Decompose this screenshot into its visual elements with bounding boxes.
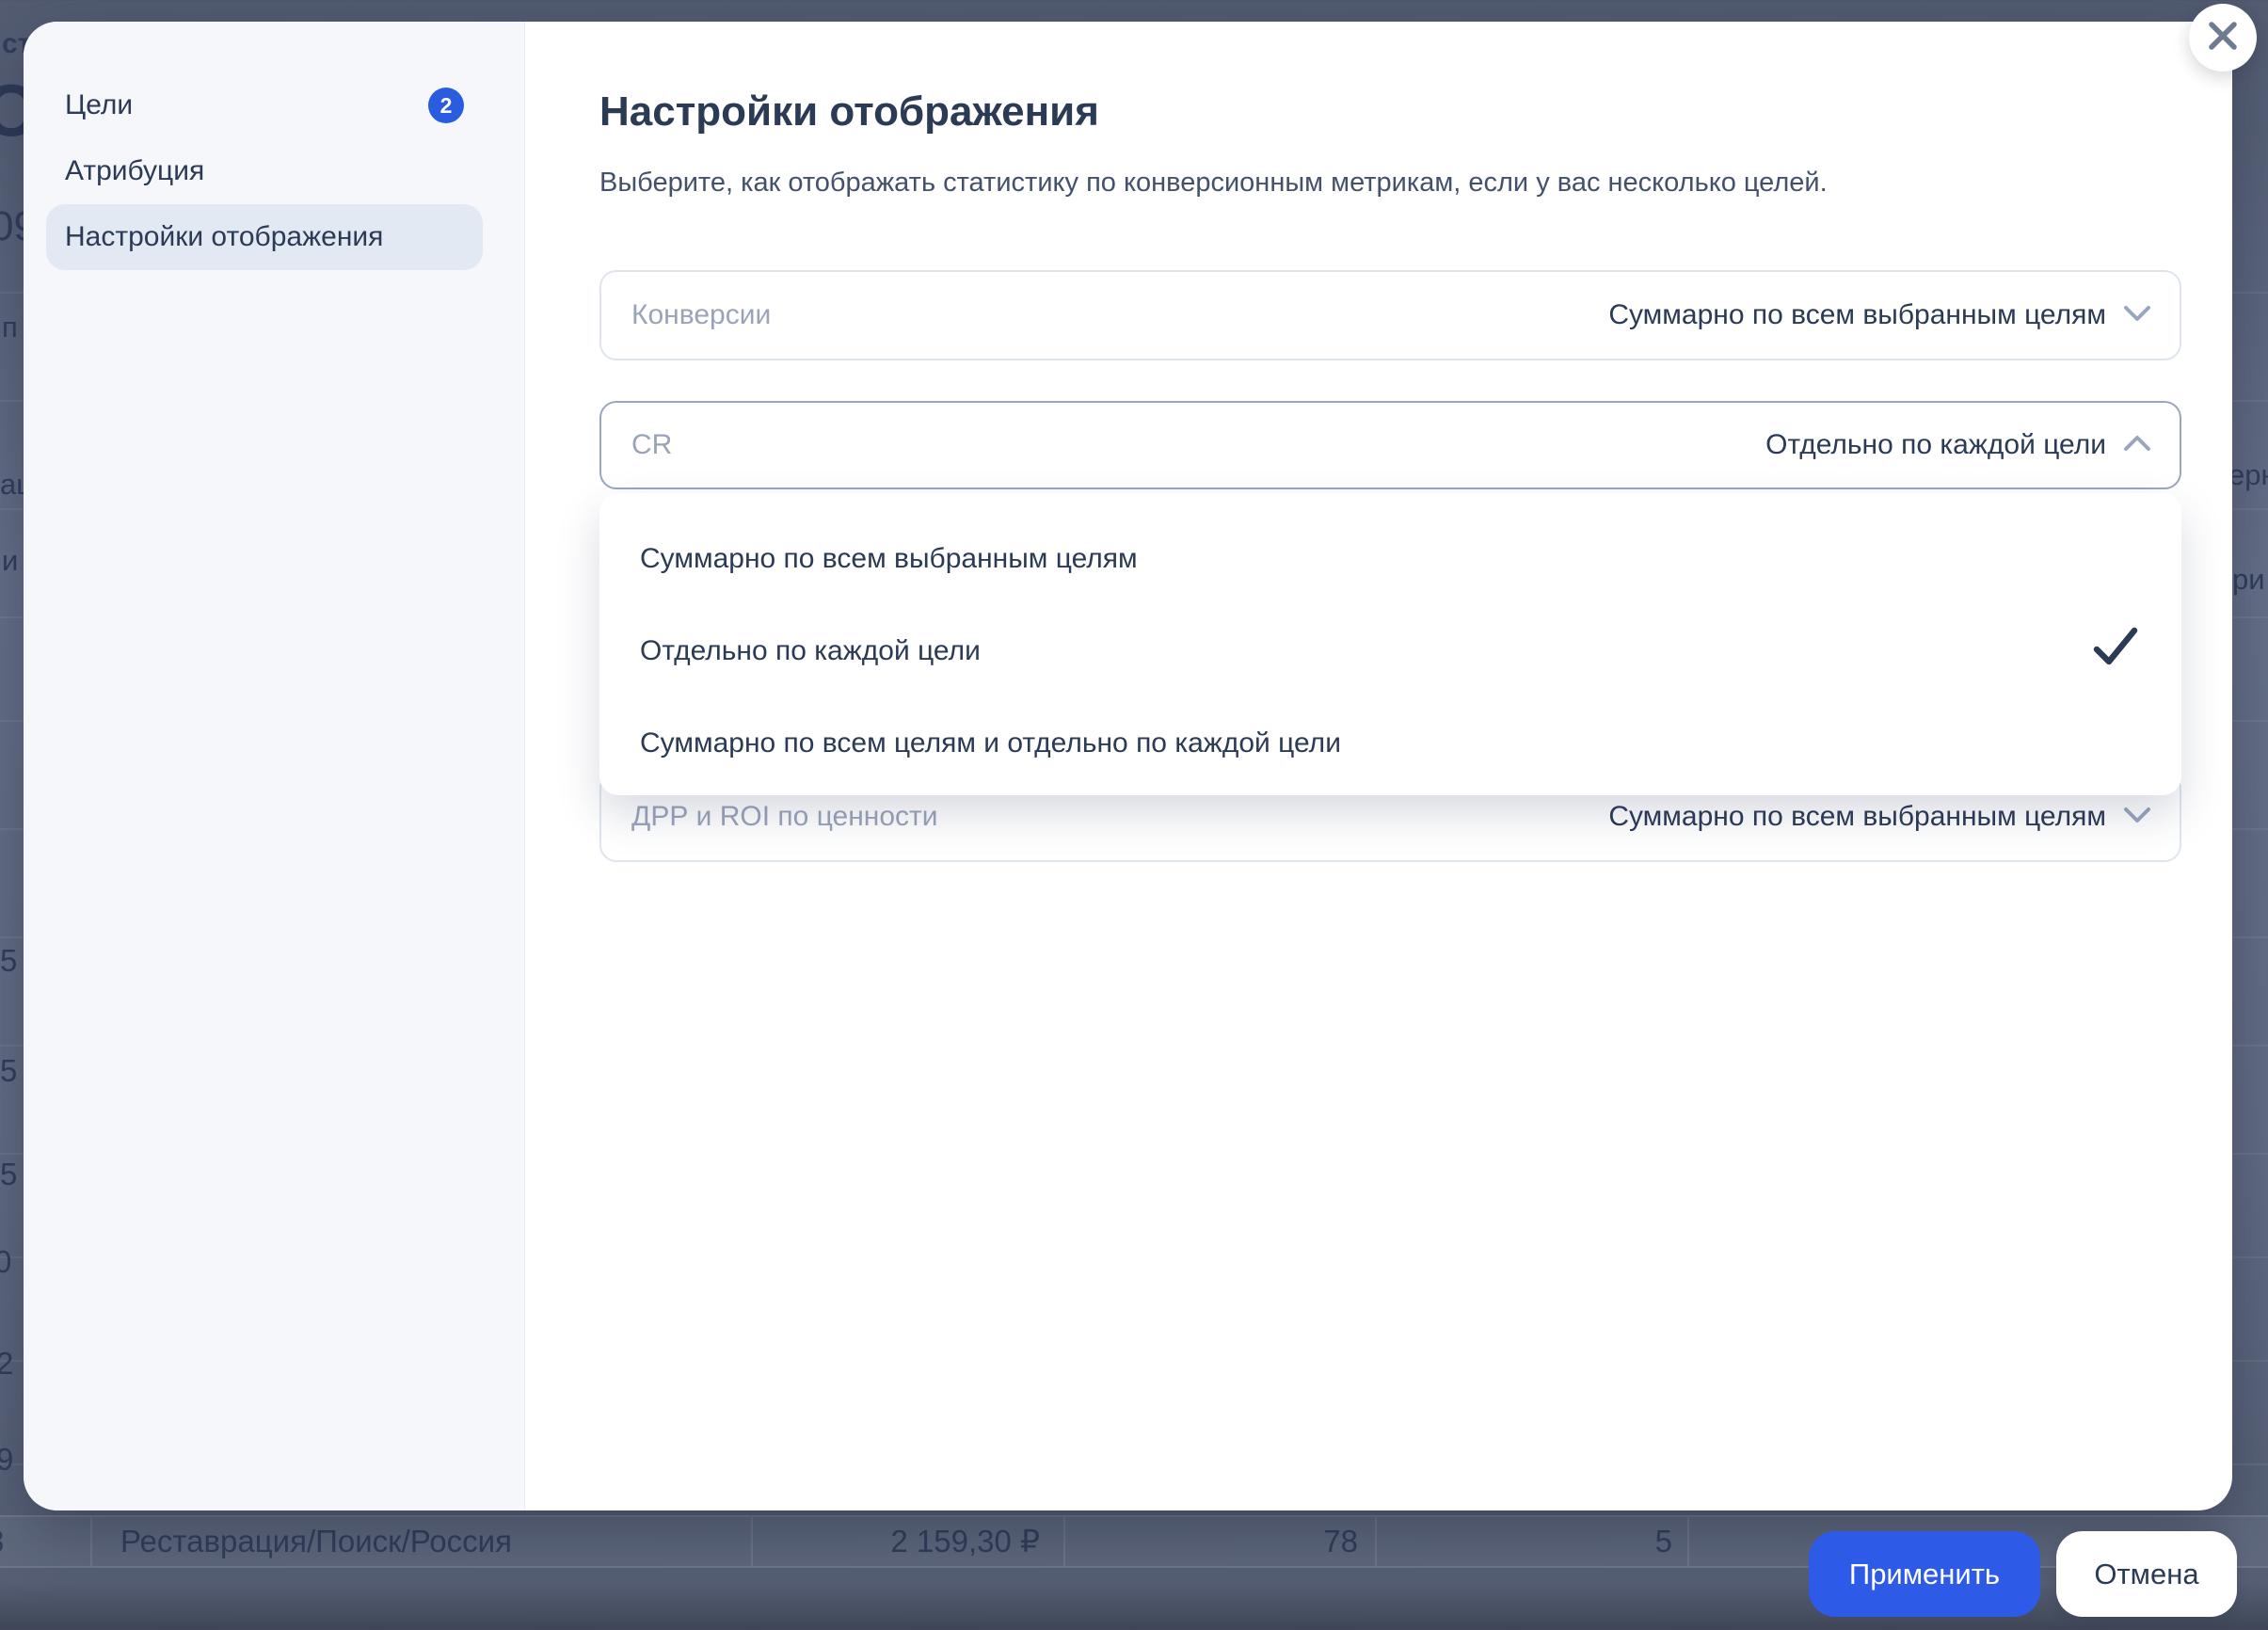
sidebar-item-label: Настройки отображения: [65, 221, 384, 252]
option-label: Суммарно по всем выбранным целям: [640, 543, 1138, 574]
page-subtitle: Выберите, как отображать статистику по к…: [599, 168, 1828, 198]
option-sum-and-each[interactable]: Суммарно по всем целям и отдельно по каж…: [599, 697, 2181, 790]
option-label: Отдельно по каждой цели: [640, 635, 981, 666]
field-value: Суммарно по всем выбранным целям: [1608, 801, 2106, 832]
bg-row-number: 8: [0, 1517, 4, 1566]
cr-options-menu: Суммарно по всем выбранным целям Отдельн…: [599, 493, 2181, 795]
option-sum-all-goals[interactable]: Суммарно по всем выбранным целям: [599, 513, 2181, 605]
chevron-down-icon: [2123, 806, 2151, 829]
sidebar-item-goals[interactable]: Цели 2: [46, 72, 483, 138]
chevron-down-icon: [2123, 304, 2151, 328]
chevron-up-icon: [2123, 434, 2151, 457]
bg-text-fragment: ри: [2232, 563, 2265, 596]
bg-number-fragment: 5: [0, 1053, 18, 1088]
dialog-sidebar: Цели 2 Атрибуция Настройки отображения: [24, 22, 525, 1510]
option-label: Суммарно по всем целям и отдельно по каж…: [640, 727, 1341, 759]
bg-text-fragment: п: [2, 311, 18, 344]
option-each-goal[interactable]: Отдельно по каждой цели: [599, 605, 2181, 697]
bg-number-fragment: 2: [0, 1346, 14, 1381]
bg-number-fragment: 9: [0, 1442, 14, 1477]
bg-conversions-value: 5: [1654, 1524, 1672, 1558]
cancel-button[interactable]: Отмена: [2056, 1531, 2237, 1617]
goals-count-badge: 2: [428, 88, 464, 123]
field-value: Отдельно по каждой цели: [1765, 429, 2106, 460]
bg-text-fragment: и: [2, 544, 19, 577]
close-button[interactable]: [2189, 4, 2257, 72]
sidebar-item-attribution[interactable]: Атрибуция: [46, 138, 483, 204]
close-icon: [2206, 19, 2240, 57]
bg-clicks-value: 78: [1323, 1524, 1358, 1558]
bg-number-fragment: 5: [0, 1157, 18, 1191]
sidebar-item-label: Атрибуция: [65, 155, 205, 186]
sidebar-item-label: Цели: [65, 89, 134, 120]
cr-select[interactable]: CR Отдельно по каждой цели: [599, 401, 2181, 489]
field-label: CR: [631, 429, 673, 460]
field-label: Конверсии: [631, 299, 772, 330]
page-title: Настройки отображения: [599, 88, 1099, 135]
checkmark-icon: [2093, 627, 2138, 676]
field-label: ДРР и ROI по ценности: [631, 801, 938, 832]
bg-campaign-name: Реставрация/Поиск/Россия: [120, 1524, 512, 1558]
bg-number-fragment: 0: [0, 1244, 12, 1279]
bg-cost-value: 2 159,30 ₽: [890, 1524, 1040, 1558]
sidebar-item-display-settings[interactable]: Настройки отображения: [46, 204, 483, 270]
field-value: Суммарно по всем выбранным целям: [1608, 299, 2106, 330]
bg-number-fragment: 5: [0, 943, 18, 978]
conversions-select[interactable]: Конверсии Суммарно по всем выбранным цел…: [599, 270, 2181, 360]
bg-text-fragment: ерн: [2228, 458, 2268, 491]
apply-button[interactable]: Применить: [1809, 1531, 2040, 1617]
